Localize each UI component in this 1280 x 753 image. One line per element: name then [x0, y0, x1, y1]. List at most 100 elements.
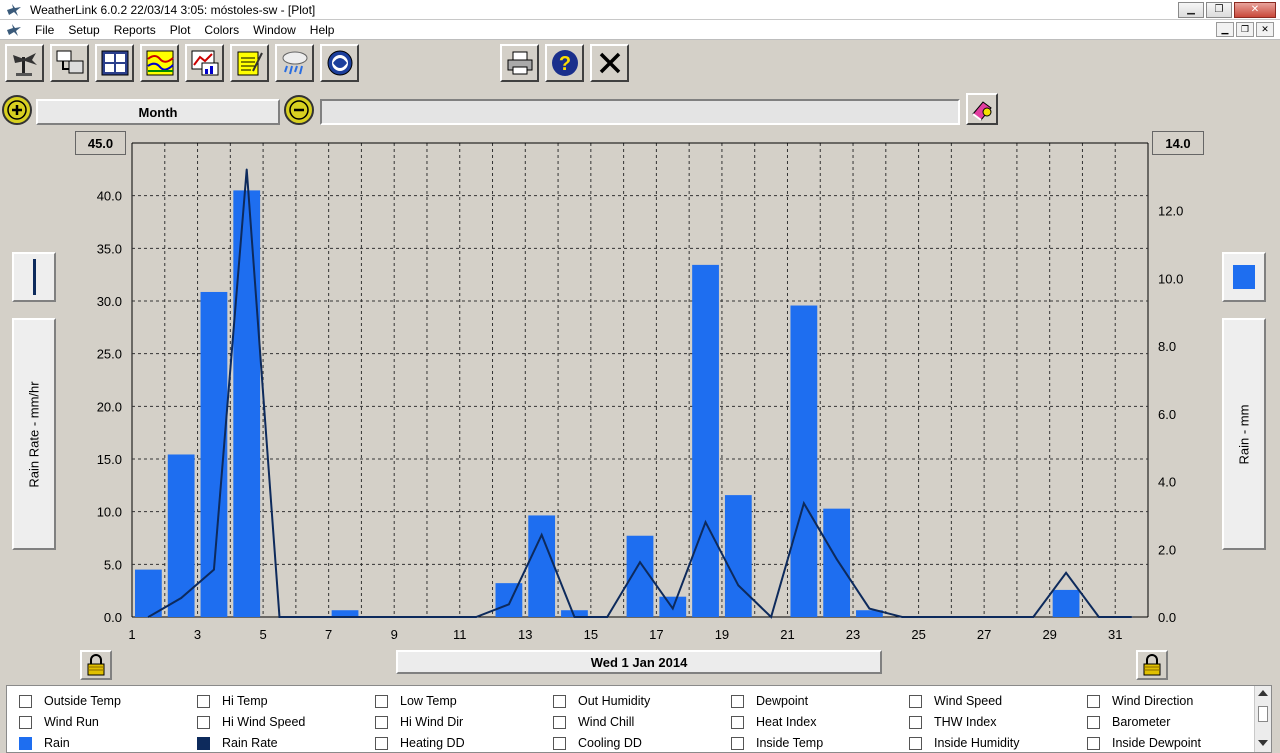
rain-rate-point — [999, 616, 1002, 618]
legend-item-cooling-dd[interactable]: Cooling DD — [553, 734, 642, 752]
legend-label: Inside Dewpoint — [1112, 736, 1201, 750]
left-tick-label: 10.0 — [97, 505, 122, 520]
legend-item-low-temp[interactable]: Low Temp — [375, 692, 457, 710]
legend-checkbox-inside-temp[interactable] — [731, 736, 744, 750]
legend-item-wind-speed[interactable]: Wind Speed — [909, 692, 1002, 710]
legend-checkbox-hi-wind-dir[interactable] — [375, 715, 388, 729]
legend-checkbox-wind-run[interactable] — [19, 715, 32, 729]
rain-rate-point — [1032, 616, 1035, 618]
lock-icon — [1143, 654, 1161, 676]
right-tick-label: 10.0 — [1158, 271, 1183, 286]
rain-plot[interactable]: 40.035.030.025.020.015.010.05.00.012.010… — [0, 0, 1280, 753]
series-legend: Outside Temp Hi Temp Low Temp Out Humidity D… — [6, 685, 1272, 753]
left-lock-button[interactable] — [80, 650, 112, 680]
legend-checkbox-dewpoint[interactable] — [731, 694, 744, 708]
left-tick-label: 20.0 — [97, 399, 122, 414]
legend-label: Barometer — [1112, 715, 1171, 729]
date-label[interactable]: Wed 1 Jan 2014 — [396, 650, 882, 674]
legend-checkbox-heating-dd[interactable] — [375, 736, 388, 750]
rain-bar — [823, 508, 851, 617]
scrollbar-thumb[interactable] — [1258, 706, 1268, 722]
legend-checkbox-heat-index[interactable] — [731, 715, 744, 729]
legend-item-out-humidity[interactable]: Out Humidity — [553, 692, 650, 710]
rain-bar — [790, 305, 818, 617]
rain-rate-point — [671, 607, 674, 610]
legend-item-inside-humidity[interactable]: Inside Humidity — [909, 734, 1019, 752]
legend-item-outside-temp[interactable]: Outside Temp — [19, 692, 121, 710]
legend-checkbox-wind-chill[interactable] — [553, 715, 566, 729]
rain-rate-point — [803, 502, 805, 505]
rain-rate-point — [868, 607, 871, 610]
rain-bar — [233, 190, 261, 617]
legend-checkbox-barometer[interactable] — [1087, 715, 1100, 729]
legend-checkbox-wind-speed[interactable] — [909, 694, 922, 708]
x-tick-label: 17 — [649, 627, 663, 642]
scroll-up-arrow-icon[interactable] — [1258, 690, 1268, 696]
legend-label: Hi Temp — [222, 694, 268, 708]
x-tick-label: 1 — [128, 627, 135, 642]
legend-label: Heat Index — [756, 715, 817, 729]
legend-item-inside-temp[interactable]: Inside Temp — [731, 734, 823, 752]
legend-item-hi-temp[interactable]: Hi Temp — [197, 692, 268, 710]
legend-label: Hi Wind Dir — [400, 715, 464, 729]
legend-item-wind-direction[interactable]: Wind Direction — [1087, 692, 1193, 710]
right-lock-button[interactable] — [1136, 650, 1168, 680]
legend-label: Rain Rate — [222, 736, 278, 750]
legend-checkbox-inside-humidity[interactable] — [909, 736, 922, 750]
scroll-down-arrow-icon[interactable] — [1258, 740, 1268, 746]
legend-item-inside-dewpoint[interactable]: Inside Dewpoint — [1087, 734, 1201, 752]
legend-label: THW Index — [934, 715, 997, 729]
rain-rate-point — [180, 597, 182, 599]
legend-item-thw-index[interactable]: THW Index — [909, 713, 997, 731]
left-tick-label: 15.0 — [97, 452, 122, 467]
left-tick-label: 25.0 — [97, 347, 122, 362]
rain-bar — [528, 515, 556, 617]
legend-label: Wind Direction — [1112, 694, 1194, 708]
legend-item-dewpoint[interactable]: Dewpoint — [731, 692, 808, 710]
rain-bar — [724, 495, 752, 617]
rain-bar — [167, 454, 195, 617]
legend-item-wind-run[interactable]: Wind Run — [19, 713, 99, 731]
legend-item-wind-chill[interactable]: Wind Chill — [553, 713, 634, 731]
legend-item-heat-index[interactable]: Heat Index — [731, 713, 816, 731]
legend-checkbox-outside-temp[interactable] — [19, 694, 32, 708]
x-tick-label: 31 — [1108, 627, 1122, 642]
legend-item-rain[interactable]: Rain — [19, 734, 70, 752]
legend-item-hi-wind-dir[interactable]: Hi Wind Dir — [375, 713, 463, 731]
legend-checkbox-hi-wind-speed[interactable] — [197, 715, 210, 729]
legend-label: Out Humidity — [578, 694, 651, 708]
legend-label: Wind Speed — [934, 694, 1003, 708]
legend-checkbox-low-temp[interactable] — [375, 694, 388, 708]
legend-checkbox-hi-temp[interactable] — [197, 694, 210, 708]
legend-checkbox-out-humidity[interactable] — [553, 694, 566, 708]
legend-checkbox-cooling-dd[interactable] — [553, 736, 566, 750]
legend-item-barometer[interactable]: Barometer — [1087, 713, 1170, 731]
rain-rate-point — [835, 558, 838, 560]
rain-rate-point — [1130, 616, 1133, 618]
rain-rate-point — [934, 616, 936, 618]
legend-item-hi-wind-speed[interactable]: Hi Wind Speed — [197, 713, 305, 731]
legend-checkbox-rain[interactable] — [19, 736, 32, 750]
legend-scrollbar[interactable] — [1254, 686, 1271, 752]
rain-rate-point — [540, 534, 543, 536]
rain-bar — [1052, 589, 1080, 617]
lock-icon — [87, 654, 105, 676]
legend-item-heating-dd[interactable]: Heating DD — [375, 734, 465, 752]
legend-item-rain-rate[interactable]: Rain Rate — [197, 734, 278, 752]
rain-rate-point — [213, 568, 215, 571]
legend-checkbox-rain-rate[interactable] — [197, 736, 210, 750]
right-tick-label: 0.0 — [1158, 610, 1176, 625]
legend-label: Rain — [44, 736, 70, 750]
x-tick-label: 11 — [453, 627, 467, 642]
rain-rate-point — [606, 616, 609, 618]
legend-checkbox-thw-index[interactable] — [909, 715, 922, 729]
rain-rate-point — [311, 616, 314, 618]
legend-checkbox-wind-direction[interactable] — [1087, 694, 1100, 708]
rain-rate-point — [475, 616, 477, 618]
left-tick-label: 0.0 — [104, 610, 122, 625]
legend-label: Low Temp — [400, 694, 457, 708]
rain-rate-point — [278, 616, 281, 618]
x-tick-label: 3 — [194, 627, 201, 642]
left-tick-label: 30.0 — [97, 294, 122, 309]
legend-checkbox-inside-dewpoint[interactable] — [1087, 736, 1100, 750]
